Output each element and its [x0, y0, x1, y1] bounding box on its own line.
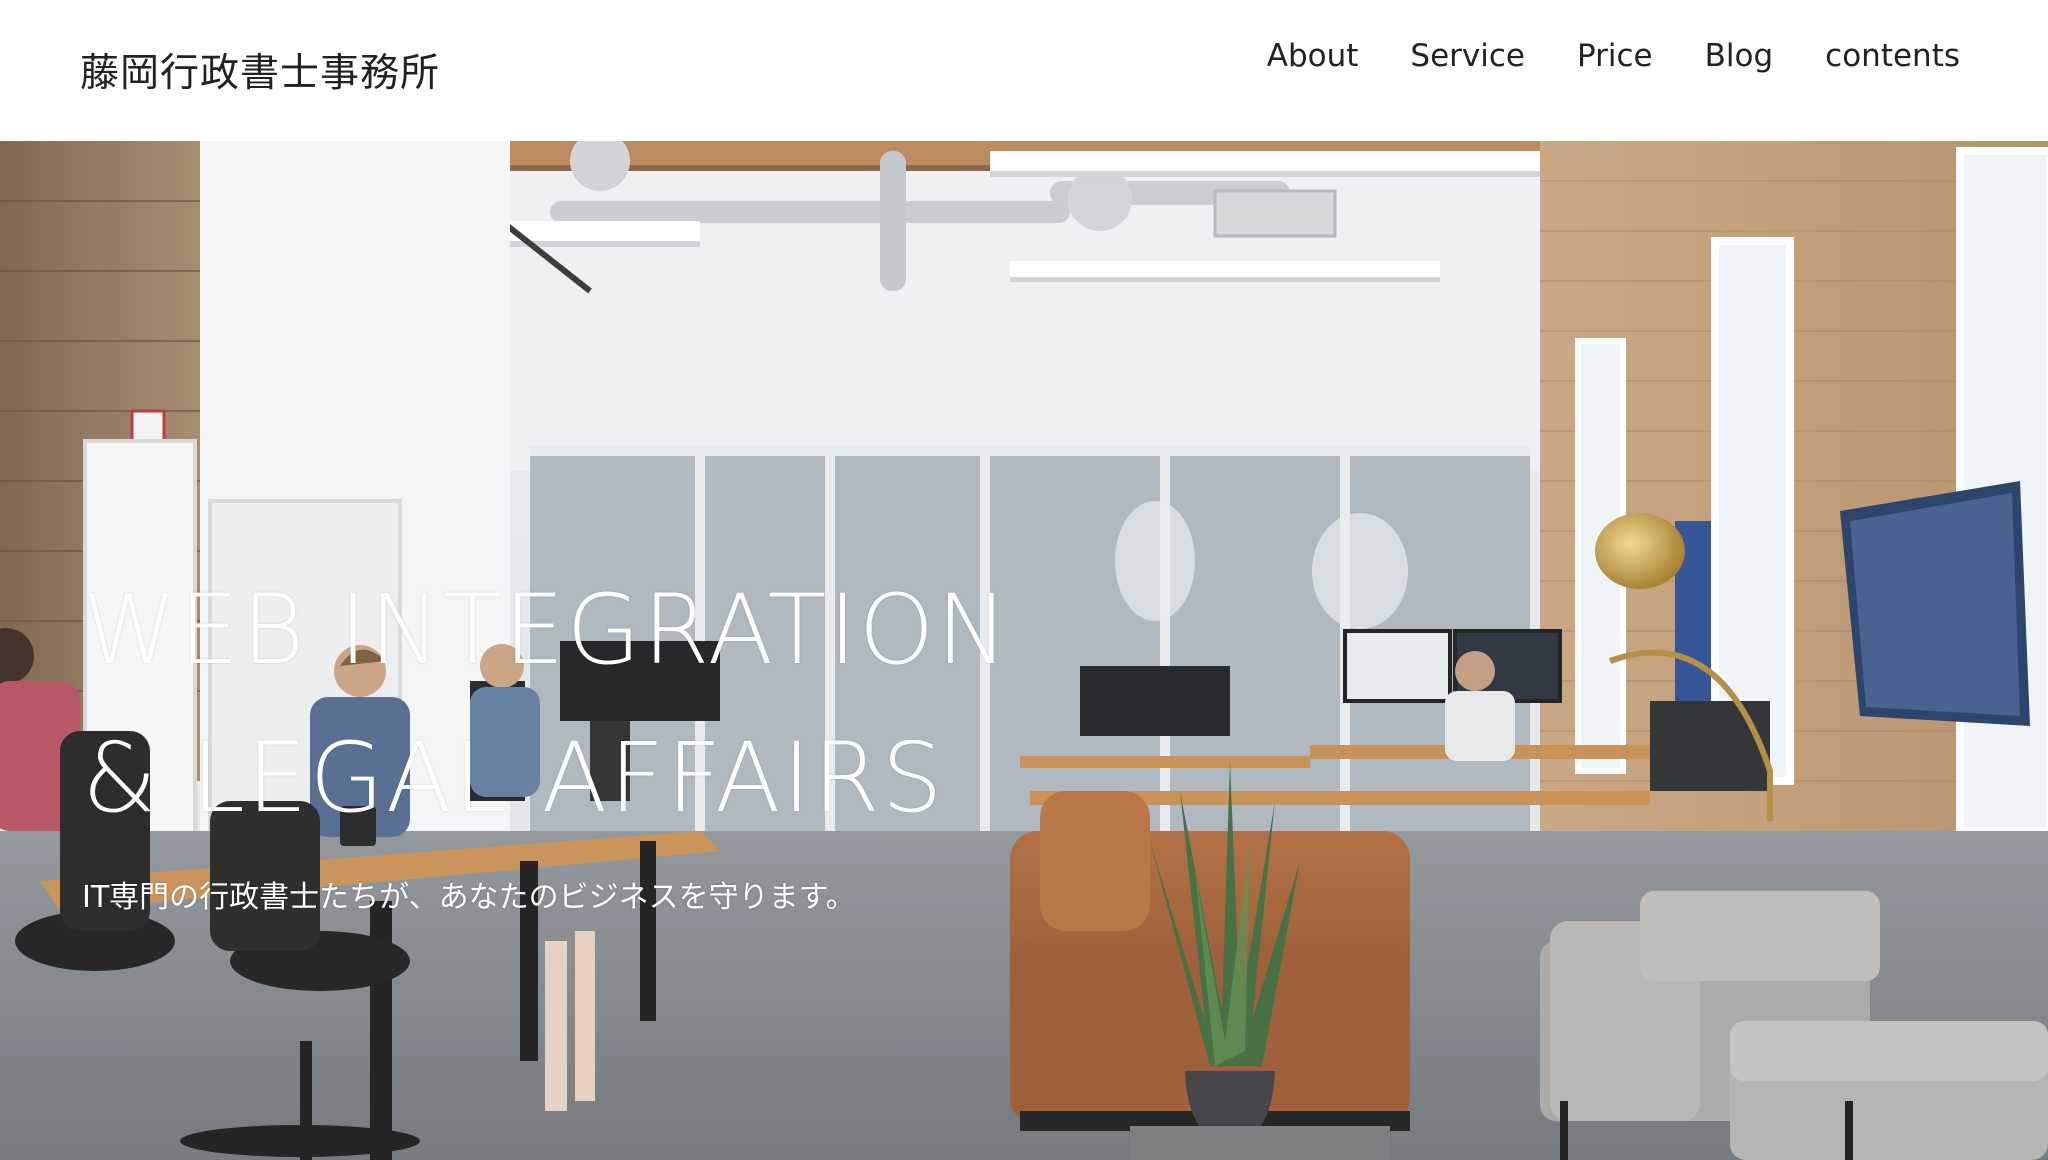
site-title[interactable]: 藤岡行政書士事務所 [80, 42, 440, 98]
nav-service[interactable]: Service [1410, 38, 1525, 74]
nav-blog[interactable]: Blog [1705, 38, 1774, 74]
main-nav: About Service Price Blog contents [1267, 38, 1960, 74]
hero-title-line-2: & LEGAL AFFAIRS [82, 722, 945, 834]
hero-title-line-1: WEB INTEGRATION [82, 574, 1011, 686]
nav-price[interactable]: Price [1577, 38, 1653, 74]
hero-section: WEB INTEGRATION & LEGAL AFFAIRS IT専門の行政書… [0, 141, 2048, 1160]
nav-contents[interactable]: contents [1825, 38, 1960, 74]
site-header: 藤岡行政書士事務所 About Service Price Blog conte… [0, 0, 2048, 141]
nav-about[interactable]: About [1267, 38, 1359, 74]
hero-text-block: WEB INTEGRATION & LEGAL AFFAIRS IT専門の行政書… [82, 556, 1010, 916]
hero-subtitle: IT専門の行政書士たちが、あなたのビジネスを守ります。 [82, 880, 856, 915]
